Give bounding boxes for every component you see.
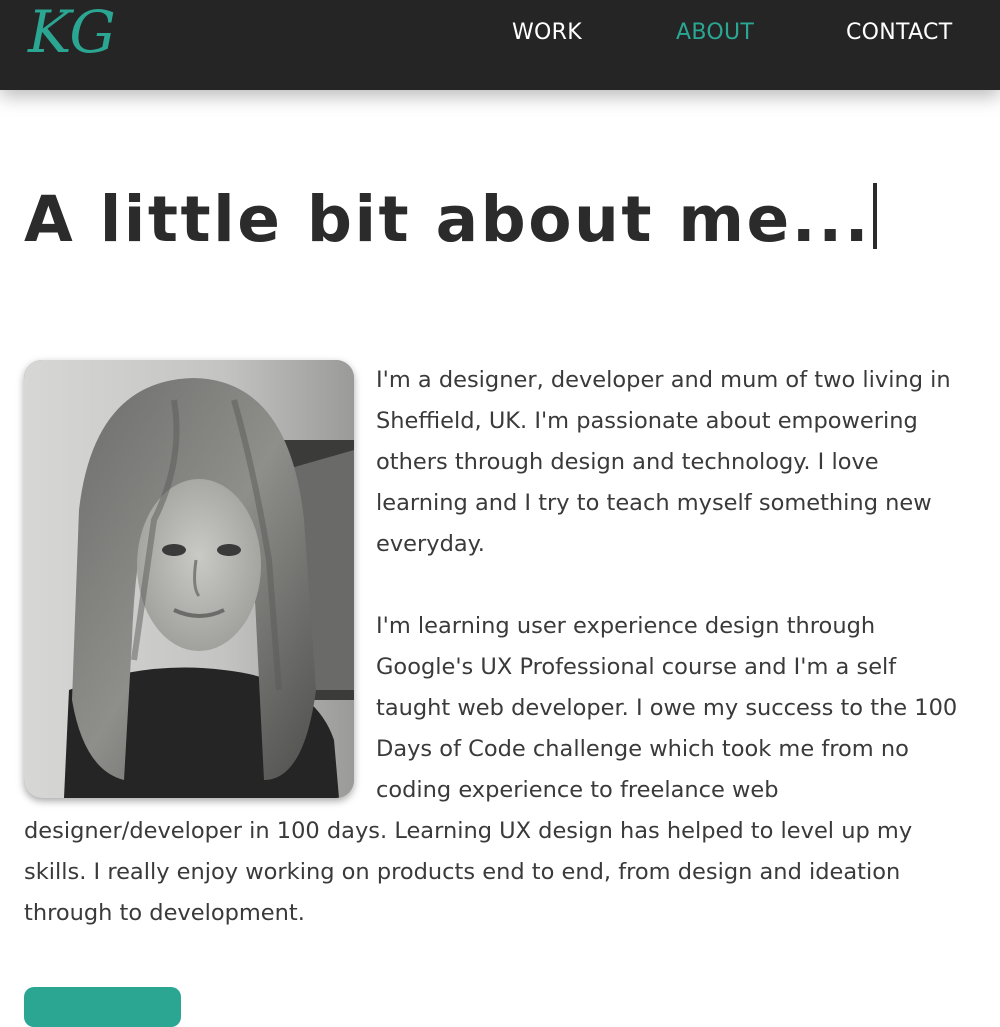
navbar: KG WORK ABOUT CONTACT (0, 0, 1000, 90)
nav-item-work[interactable]: WORK (512, 18, 582, 48)
about-section: I'm a designer, developer and mum of two… (24, 360, 972, 975)
page-heading-text: A little bit about me... (24, 183, 872, 256)
cta-button[interactable] (24, 987, 181, 1027)
typing-cursor (873, 183, 878, 249)
nav-item-about[interactable]: ABOUT (676, 18, 754, 48)
about-paragraph-2: I'm learning user experience design thro… (24, 613, 958, 926)
about-paragraph-1: I'm a designer, developer and mum of two… (376, 367, 951, 557)
nav-item-contact[interactable]: CONTACT (846, 18, 952, 48)
page-heading: A little bit about me... (24, 178, 878, 262)
logo[interactable]: KG (28, 0, 116, 64)
